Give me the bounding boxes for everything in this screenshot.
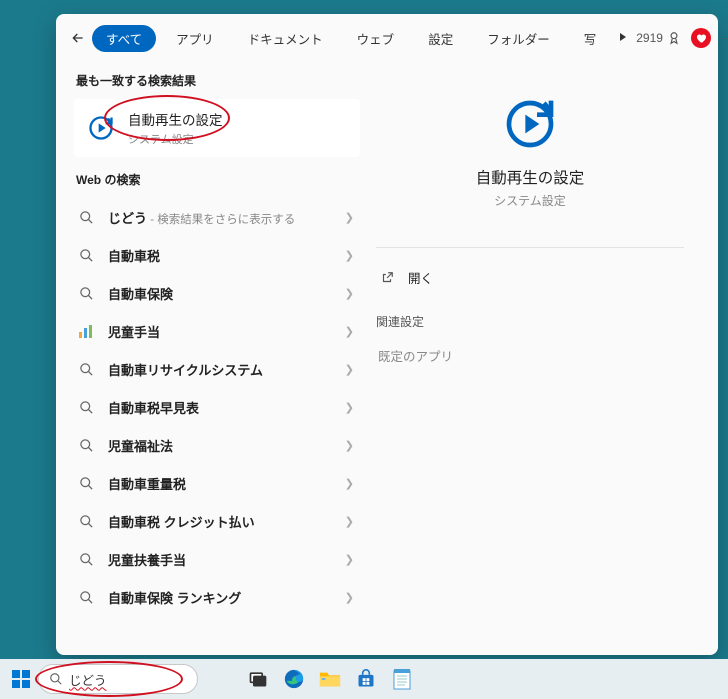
chevron-right-icon: ❯ [345, 553, 354, 566]
file-explorer-icon[interactable] [314, 663, 346, 695]
search-icon [76, 435, 96, 455]
heart-icon[interactable] [691, 28, 711, 48]
web-result-item[interactable]: 児童扶養手当 ❯ [74, 540, 360, 578]
web-result-text: 自動車税早見表 [108, 398, 333, 417]
web-result-item[interactable]: 自動車リサイクルシステム ❯ [74, 350, 360, 388]
notepad-icon[interactable] [386, 663, 418, 695]
open-icon [378, 269, 396, 287]
web-result-item[interactable]: 自動車税早見表 ❯ [74, 388, 360, 426]
chevron-right-icon: ❯ [345, 363, 354, 376]
open-label: 開く [408, 268, 433, 287]
best-match-text: 自動再生の設定 システム設定 [128, 109, 223, 147]
chevron-right-icon: ❯ [345, 325, 354, 338]
points-value: 2919 [636, 31, 663, 45]
start-button[interactable] [8, 666, 34, 692]
store-icon[interactable] [350, 663, 382, 695]
header-row: すべて アプリ ドキュメント ウェブ 設定 フォルダー 写 2919 ⋯ [56, 14, 718, 62]
tab-all[interactable]: すべて [92, 25, 156, 52]
search-results-panel: すべて アプリ ドキュメント ウェブ 設定 フォルダー 写 2919 ⋯ 最も一… [56, 14, 718, 655]
results-column: 最も一致する検索結果 自動再生の設定 システム設定 Web の検索 じどう - … [56, 62, 360, 655]
chart-icon [76, 321, 96, 341]
web-result-text: 自動車重量税 [108, 474, 333, 493]
web-result-item[interactable]: 自動車重量税 ❯ [74, 464, 360, 502]
taskbar-searchbox[interactable]: じどう [38, 664, 198, 694]
tab-apps[interactable]: アプリ [162, 25, 228, 52]
web-result-item[interactable]: 児童手当 ❯ [74, 312, 360, 350]
search-icon [49, 672, 63, 686]
more-menu[interactable]: ⋯ [721, 30, 728, 47]
tab-web[interactable]: ウェブ [343, 25, 409, 52]
search-icon [76, 245, 96, 265]
rewards-points[interactable]: 2919 [636, 31, 681, 45]
best-match-item[interactable]: 自動再生の設定 システム設定 [74, 99, 360, 157]
open-action[interactable]: 開く [376, 262, 684, 293]
search-icon [76, 397, 96, 417]
body-row: 最も一致する検索結果 自動再生の設定 システム設定 Web の検索 じどう - … [56, 62, 718, 655]
web-result-text: 児童福祉法 [108, 436, 333, 455]
detail-card: 自動再生の設定 システム設定 [376, 74, 684, 229]
chevron-right-icon: ❯ [345, 591, 354, 604]
web-result-text: じどう - 検索結果をさらに表示する [108, 208, 333, 227]
web-result-item[interactable]: 自動車保険 ❯ [74, 274, 360, 312]
web-result-text: 自動車税 [108, 246, 333, 265]
related-heading: 関連設定 [376, 313, 684, 330]
web-result-item[interactable]: 自動車税 ❯ [74, 236, 360, 274]
web-result-item[interactable]: じどう - 検索結果をさらに表示する ❯ [74, 198, 360, 236]
autoplay-settings-icon [86, 113, 116, 143]
related-item[interactable]: 既定のアプリ [376, 342, 684, 369]
tab-documents[interactable]: ドキュメント [234, 25, 337, 52]
detail-subtitle: システム設定 [386, 192, 674, 209]
chevron-right-icon: ❯ [345, 401, 354, 414]
chevron-right-icon: ❯ [345, 477, 354, 490]
web-result-item[interactable]: 自動車税 クレジット払い ❯ [74, 502, 360, 540]
task-view-icon[interactable] [242, 663, 274, 695]
web-result-text: 児童扶養手当 [108, 550, 333, 569]
search-icon [76, 549, 96, 569]
search-icon [76, 359, 96, 379]
tab-settings[interactable]: 設定 [414, 25, 467, 52]
web-result-text: 自動車税 クレジット払い [108, 512, 333, 531]
web-results-section: Web の検索 じどう - 検索結果をさらに表示する❯自動車税❯自動車保険❯児童… [74, 171, 360, 616]
best-match-heading: 最も一致する検索結果 [76, 72, 360, 89]
detail-column: 自動再生の設定 システム設定 開く 関連設定 既定のアプリ [360, 62, 718, 655]
chevron-right-icon: ❯ [345, 249, 354, 262]
search-icon [76, 511, 96, 531]
divider [376, 247, 684, 248]
web-result-text: 自動車保険 ランキング [108, 588, 333, 607]
web-result-item[interactable]: 児童福祉法 ❯ [74, 426, 360, 464]
search-icon [76, 283, 96, 303]
best-match-subtitle: システム設定 [128, 131, 223, 147]
web-result-text: 児童手当 [108, 322, 333, 341]
chevron-right-icon: ❯ [345, 439, 354, 452]
search-icon [76, 207, 96, 227]
chevron-right-icon: ❯ [345, 211, 354, 224]
edge-icon[interactable] [278, 663, 310, 695]
search-icon [76, 587, 96, 607]
best-match-title: 自動再生の設定 [128, 109, 223, 129]
web-result-item[interactable]: 自動車保険 ランキング ❯ [74, 578, 360, 616]
search-icon [76, 473, 96, 493]
detail-autoplay-icon [502, 96, 558, 152]
taskbar: じどう [0, 659, 728, 699]
back-button[interactable] [70, 26, 86, 50]
search-input-text: じどう [69, 670, 107, 689]
tabs-scroll-right[interactable] [616, 31, 630, 45]
detail-title: 自動再生の設定 [386, 166, 674, 188]
tab-folders[interactable]: フォルダー [473, 25, 564, 52]
chevron-right-icon: ❯ [345, 287, 354, 300]
header-right: 2919 ⋯ [636, 24, 728, 52]
web-result-text: 自動車保険 [108, 284, 333, 303]
web-heading: Web の検索 [76, 171, 360, 188]
rewards-icon [667, 31, 681, 45]
tab-photos-truncated[interactable]: 写 [570, 25, 611, 52]
chevron-right-icon: ❯ [345, 515, 354, 528]
web-result-text: 自動車リサイクルシステム [108, 360, 333, 379]
